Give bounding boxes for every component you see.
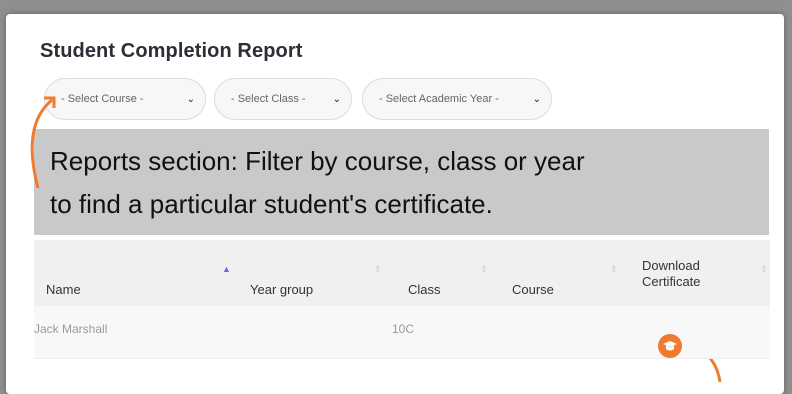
column-header-year-group[interactable]: Year group <box>250 282 313 297</box>
download-certificate-button[interactable] <box>658 334 682 358</box>
academic-year-select-value: - Select Academic Year - <box>379 93 499 105</box>
column-header-name[interactable]: Name <box>46 282 81 297</box>
table-row: Jack Marshall 10C <box>34 306 770 359</box>
column-header-download-certificate[interactable]: Download Certificate <box>642 258 722 290</box>
chevron-down-icon: ⌄ <box>532 93 541 105</box>
chevron-down-icon: ⌄ <box>186 93 195 105</box>
course-select[interactable]: - Select Course - ⌄ <box>44 78 206 120</box>
page-title: Student Completion Report <box>40 40 303 62</box>
chevron-down-icon: ⌄ <box>332 93 341 105</box>
annotation-line-1: Reports section: Filter by course, class… <box>50 146 585 176</box>
cell-name: Jack Marshall <box>34 322 108 336</box>
download-header-line-2: Certificate <box>642 274 701 289</box>
graduation-cap-icon <box>663 341 677 351</box>
class-select[interactable]: - Select Class - ⌄ <box>214 78 352 120</box>
column-header-course[interactable]: Course <box>512 282 554 297</box>
course-select-value: - Select Course - <box>61 93 144 105</box>
sort-icon[interactable]: ⇕ <box>610 264 618 275</box>
class-select-value: - Select Class - <box>231 93 306 105</box>
annotation-text: Reports section: Filter by course, class… <box>50 140 760 226</box>
annotation-line-2: to find a particular student's certifica… <box>50 189 493 219</box>
table-header: Name ▲ Year group ⇕ Class ⇕ Course ⇕ Dow… <box>34 240 770 306</box>
column-header-class[interactable]: Class <box>408 282 441 297</box>
sort-icon[interactable]: ⇕ <box>374 264 382 275</box>
cell-class: 10C <box>392 322 415 336</box>
sort-icon[interactable]: ⇕ <box>760 264 768 275</box>
sort-icon[interactable]: ⇕ <box>480 264 488 275</box>
download-header-line-1: Download <box>642 258 700 273</box>
sort-asc-icon[interactable]: ▲ <box>222 264 231 274</box>
academic-year-select[interactable]: - Select Academic Year - ⌄ <box>362 78 552 120</box>
